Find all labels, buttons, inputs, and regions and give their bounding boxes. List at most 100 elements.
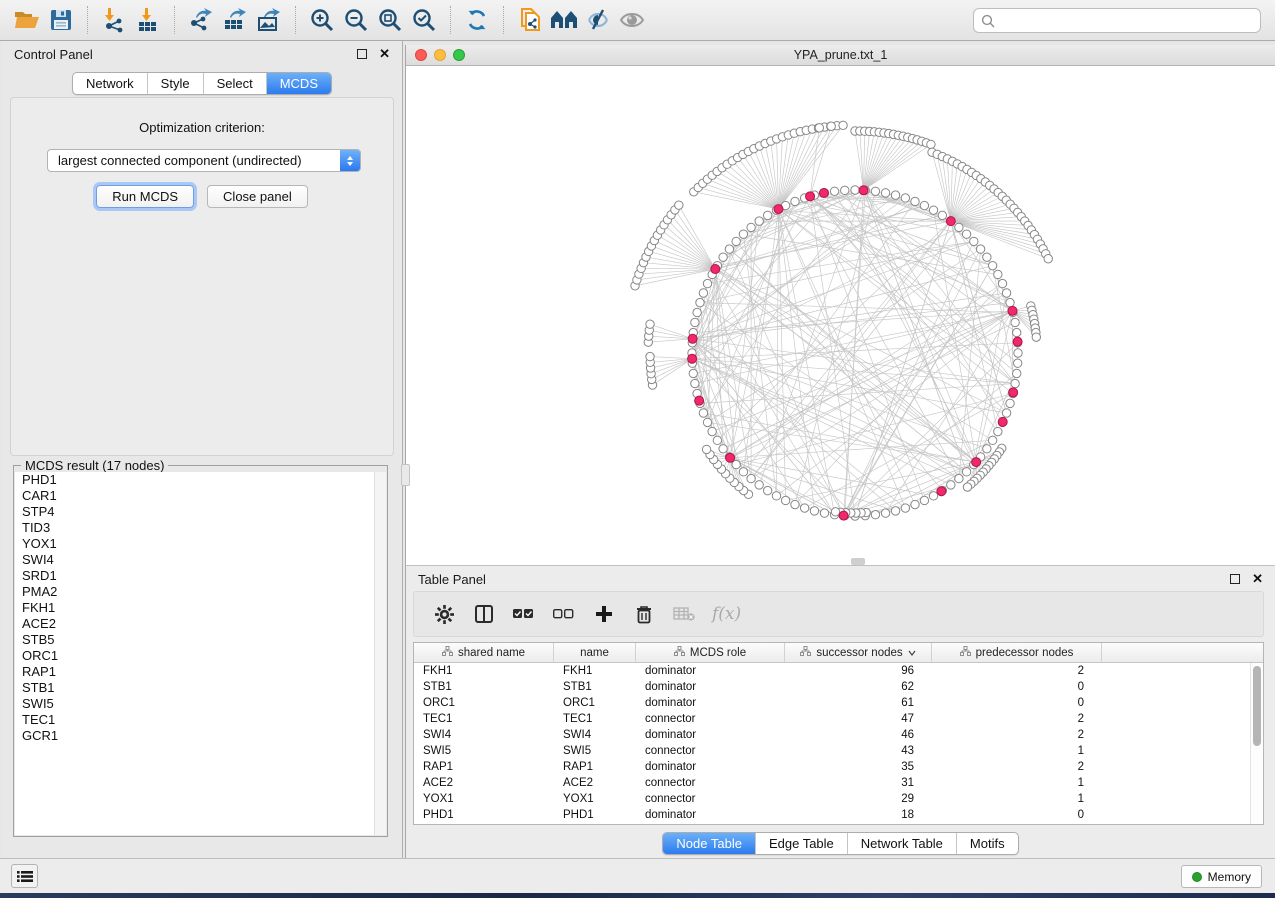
- cell-name[interactable]: FKH1: [554, 663, 636, 679]
- cell-shared-name[interactable]: SWI5: [414, 743, 554, 759]
- mcds-result-item[interactable]: CAR1: [15, 488, 386, 504]
- tab-node-table[interactable]: Node Table: [663, 833, 755, 854]
- column-header-successor-nodes[interactable]: successor nodes: [785, 643, 932, 662]
- cell-predecessor-nodes[interactable]: 1: [932, 775, 1102, 791]
- float-table-panel-icon[interactable]: [1230, 574, 1240, 584]
- cell-successor-nodes[interactable]: 31: [785, 775, 932, 791]
- cell-MCDS-role[interactable]: connector: [636, 791, 785, 807]
- table-scrollbar[interactable]: [1250, 663, 1263, 824]
- close-panel-button[interactable]: Close panel: [207, 185, 308, 208]
- table-row[interactable]: STB1STB1dominator620: [414, 679, 1263, 695]
- table-row[interactable]: RAP1RAP1dominator352: [414, 759, 1263, 775]
- cell-successor-nodes[interactable]: 61: [785, 695, 932, 711]
- function-builder-icon[interactable]: f(x): [712, 604, 741, 624]
- add-column-icon[interactable]: [592, 602, 616, 626]
- export-network-icon[interactable]: [184, 3, 218, 37]
- column-settings-icon[interactable]: [432, 602, 456, 626]
- cell-name[interactable]: ACE2: [554, 775, 636, 791]
- mcds-list-scrollbar[interactable]: [374, 472, 386, 835]
- table-row[interactable]: PHD1PHD1dominator180: [414, 807, 1263, 823]
- cell-predecessor-nodes[interactable]: 2: [932, 663, 1102, 679]
- cell-predecessor-nodes[interactable]: 1: [932, 791, 1102, 807]
- cell-MCDS-role[interactable]: dominator: [636, 759, 785, 775]
- clone-network-icon[interactable]: [513, 3, 547, 37]
- mcds-result-item[interactable]: ORC1: [15, 648, 386, 664]
- tab-style[interactable]: Style: [147, 73, 203, 94]
- close-table-panel-icon[interactable]: ✕: [1252, 574, 1263, 584]
- cell-name[interactable]: TEC1: [554, 711, 636, 727]
- table-row[interactable]: SWI5SWI5connector431: [414, 743, 1263, 759]
- mcds-result-item[interactable]: TID3: [15, 520, 386, 536]
- cell-successor-nodes[interactable]: 18: [785, 807, 932, 823]
- table-row[interactable]: FKH1FKH1dominator962: [414, 663, 1263, 679]
- cell-predecessor-nodes[interactable]: 1: [932, 743, 1102, 759]
- mcds-result-item[interactable]: PMA2: [15, 584, 386, 600]
- column-header-shared-name[interactable]: shared name: [414, 643, 554, 662]
- cell-shared-name[interactable]: RAP1: [414, 759, 554, 775]
- tab-network-table[interactable]: Network Table: [847, 833, 956, 854]
- cell-MCDS-role[interactable]: dominator: [636, 727, 785, 743]
- cell-successor-nodes[interactable]: 29: [785, 791, 932, 807]
- cell-shared-name[interactable]: PHD1: [414, 807, 554, 823]
- refresh-icon[interactable]: [460, 3, 494, 37]
- first-neighbors-icon[interactable]: [547, 3, 581, 37]
- cell-MCDS-role[interactable]: connector: [636, 711, 785, 727]
- cell-predecessor-nodes[interactable]: 0: [932, 807, 1102, 823]
- column-header-predecessor-nodes[interactable]: predecessor nodes: [932, 643, 1102, 662]
- zoom-fit-icon[interactable]: [373, 3, 407, 37]
- cell-successor-nodes[interactable]: 46: [785, 727, 932, 743]
- export-table-icon[interactable]: [218, 3, 252, 37]
- cell-MCDS-role[interactable]: connector: [636, 775, 785, 791]
- zoom-out-icon[interactable]: [339, 3, 373, 37]
- search-box[interactable]: [973, 8, 1261, 33]
- mcds-result-item[interactable]: PHD1: [15, 472, 386, 488]
- mcds-result-item[interactable]: SRD1: [15, 568, 386, 584]
- mcds-result-item[interactable]: STB5: [15, 632, 386, 648]
- cell-predecessor-nodes[interactable]: 2: [932, 727, 1102, 743]
- import-table-icon[interactable]: [131, 3, 165, 37]
- cell-shared-name[interactable]: SWI4: [414, 727, 554, 743]
- run-mcds-button[interactable]: Run MCDS: [96, 185, 194, 208]
- mcds-result-item[interactable]: YOX1: [15, 536, 386, 552]
- cell-shared-name[interactable]: YOX1: [414, 791, 554, 807]
- zoom-in-icon[interactable]: [305, 3, 339, 37]
- cell-shared-name[interactable]: STB1: [414, 679, 554, 695]
- table-row[interactable]: TEC1TEC1connector472: [414, 711, 1263, 727]
- table-scrollbar-thumb[interactable]: [1253, 666, 1261, 746]
- table-row[interactable]: ORC1ORC1dominator610: [414, 695, 1263, 711]
- mcds-result-item[interactable]: STB1: [15, 680, 386, 696]
- delete-column-icon[interactable]: [632, 602, 656, 626]
- cell-successor-nodes[interactable]: 47: [785, 711, 932, 727]
- optimization-criterion-select[interactable]: largest connected component (undirected): [47, 149, 361, 172]
- cell-name[interactable]: ORC1: [554, 695, 636, 711]
- cell-successor-nodes[interactable]: 62: [785, 679, 932, 695]
- delete-table-icon[interactable]: [672, 602, 696, 626]
- cell-predecessor-nodes[interactable]: 2: [932, 759, 1102, 775]
- cell-MCDS-role[interactable]: dominator: [636, 807, 785, 823]
- table-row[interactable]: ACE2ACE2connector311: [414, 775, 1263, 791]
- mcds-result-item[interactable]: FKH1: [15, 600, 386, 616]
- table-row[interactable]: SWI4SWI4dominator462: [414, 727, 1263, 743]
- save-session-icon[interactable]: [44, 3, 78, 37]
- cell-name[interactable]: SWI5: [554, 743, 636, 759]
- mcds-result-item[interactable]: GCR1: [15, 728, 386, 744]
- mcds-result-item[interactable]: TEC1: [15, 712, 386, 728]
- show-graphics-details-icon[interactable]: [581, 3, 615, 37]
- cell-name[interactable]: STB1: [554, 679, 636, 695]
- mcds-result-item[interactable]: RAP1: [15, 664, 386, 680]
- tab-mcds[interactable]: MCDS: [266, 73, 331, 94]
- cell-predecessor-nodes[interactable]: 2: [932, 711, 1102, 727]
- task-history-button[interactable]: [11, 864, 38, 888]
- cell-shared-name[interactable]: TEC1: [414, 711, 554, 727]
- cell-MCDS-role[interactable]: dominator: [636, 663, 785, 679]
- float-panel-icon[interactable]: [357, 49, 367, 59]
- mcds-result-item[interactable]: SWI5: [15, 696, 386, 712]
- cell-name[interactable]: PHD1: [554, 807, 636, 823]
- horizontal-splitter-handle[interactable]: [851, 558, 865, 565]
- zoom-selected-icon[interactable]: [407, 3, 441, 37]
- deselect-all-icon[interactable]: [552, 602, 576, 626]
- cell-shared-name[interactable]: ACE2: [414, 775, 554, 791]
- network-canvas[interactable]: [406, 66, 1274, 563]
- cell-shared-name[interactable]: FKH1: [414, 663, 554, 679]
- tab-network[interactable]: Network: [73, 73, 147, 94]
